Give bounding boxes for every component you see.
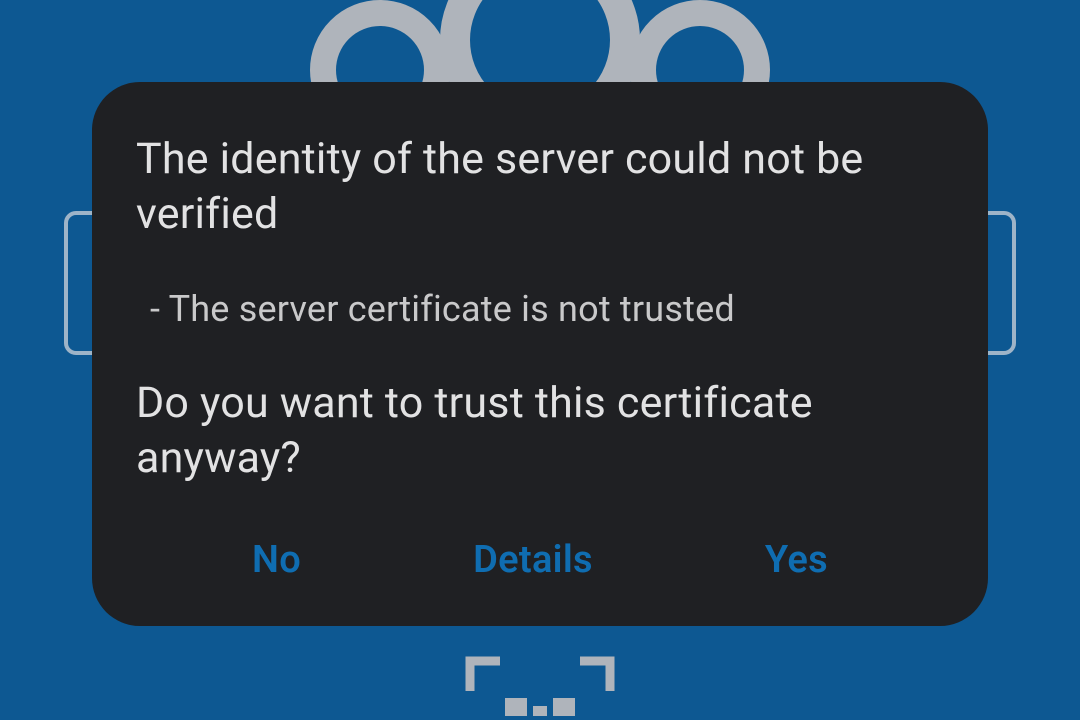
no-button[interactable]: No xyxy=(252,538,301,582)
yes-button[interactable]: Yes xyxy=(765,538,828,582)
dialog-body: - The server certificate is not trusted … xyxy=(136,288,944,486)
dialog-reason-text: - The server certificate is not trusted xyxy=(136,288,944,330)
details-button[interactable]: Details xyxy=(473,538,593,582)
certificate-warning-dialog: The identity of the server could not be … xyxy=(92,82,988,626)
qr-scan-icon xyxy=(465,656,615,720)
dialog-actions: No Details Yes xyxy=(136,526,944,596)
dialog-title: The identity of the server could not be … xyxy=(136,132,944,242)
dialog-question-text: Do you want to trust this certificate an… xyxy=(136,376,944,486)
